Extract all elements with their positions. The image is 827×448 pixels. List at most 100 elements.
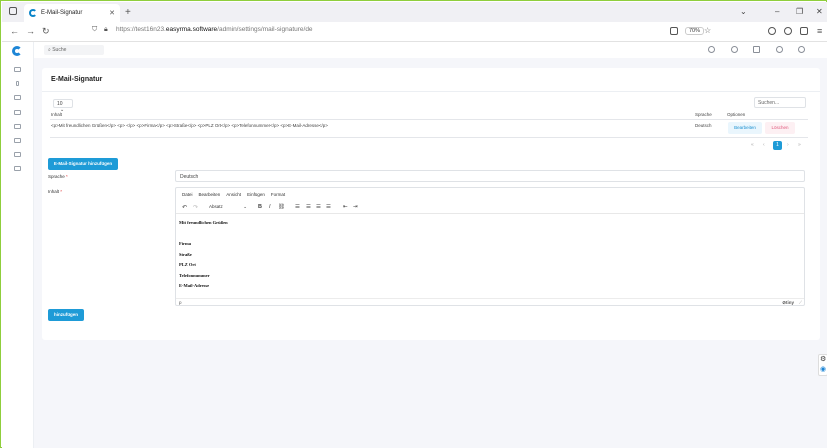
- page-length-select[interactable]: 10 ⌄: [53, 99, 73, 113]
- app-topbar: ⌕ Suche: [34, 42, 827, 58]
- content-line: Firma: [179, 241, 191, 246]
- element-path[interactable]: p: [179, 300, 182, 305]
- language-input-value: Deutsch: [180, 174, 199, 180]
- undo-icon[interactable]: ↶: [182, 204, 187, 211]
- tools-icon[interactable]: [731, 46, 738, 53]
- app-logo-icon[interactable]: [12, 46, 22, 56]
- editor-toolbar: ↶ ↷ Absatz ⌄ B I ⛓ ☰ ☰ ☰ ☰ ⇤ ⇥: [176, 202, 804, 214]
- sidebar-list-icon[interactable]: [14, 152, 21, 157]
- sidebar-dashboard-icon[interactable]: [14, 67, 21, 72]
- align-center-icon[interactable]: ☰: [306, 204, 311, 210]
- reload-icon[interactable]: ↻: [42, 26, 50, 37]
- align-right-icon[interactable]: ☰: [316, 204, 321, 210]
- menu-edit[interactable]: Bearbeiten: [199, 192, 221, 197]
- sidebar: [2, 42, 34, 448]
- column-header-language[interactable]: Sprache: [695, 112, 712, 117]
- reader-view-icon[interactable]: [670, 27, 678, 35]
- menu-format[interactable]: Format: [271, 192, 285, 197]
- extensions-icon[interactable]: [800, 27, 808, 35]
- sidebar-users-icon[interactable]: [14, 110, 21, 115]
- help-icon[interactable]: ◉: [820, 365, 826, 373]
- account-icon[interactable]: [784, 27, 792, 35]
- pagination-last[interactable]: »: [798, 142, 801, 148]
- sidebar-settings-icon[interactable]: [14, 166, 21, 171]
- bold-icon[interactable]: B: [258, 204, 262, 210]
- editor-menubar: Datei Bearbeiten Ansicht Einfügen Format: [182, 192, 285, 197]
- link-icon[interactable]: ⛓: [278, 204, 285, 210]
- hand-icon[interactable]: [708, 46, 715, 53]
- menu-view[interactable]: Ansicht: [226, 192, 241, 197]
- row-language-cell: Deutsch: [695, 123, 712, 128]
- required-mark: *: [60, 189, 63, 194]
- sidebar-info-icon[interactable]: [16, 81, 19, 86]
- table-row-line: [50, 137, 808, 138]
- zoom-level[interactable]: 70%: [685, 27, 705, 35]
- shield-icon[interactable]: ⛉: [92, 26, 97, 34]
- tab-bar: E-Mail-Signatur ✕ + ⌄ – ❐ ✕: [2, 2, 827, 22]
- rich-text-editor: Datei Bearbeiten Ansicht Einfügen Format…: [175, 187, 805, 306]
- table-search-input[interactable]: Suchen...: [754, 97, 806, 108]
- back-arrow-icon[interactable]: ←: [10, 26, 19, 36]
- content-label-text: Inhalt: [48, 189, 60, 194]
- messages-icon[interactable]: [753, 46, 760, 53]
- submit-add-button[interactable]: hinzufügen: [48, 309, 84, 321]
- pagination-page-1[interactable]: 1: [773, 141, 782, 150]
- sidebar-tickets-icon[interactable]: [14, 124, 21, 129]
- browser-tab[interactable]: E-Mail-Signatur ✕: [24, 4, 120, 22]
- tiny-brand-logo[interactable]: ⊘tiny: [782, 300, 794, 306]
- block-format-select[interactable]: Absatz ⌄: [209, 204, 247, 212]
- menu-file[interactable]: Datei: [182, 192, 193, 197]
- language-label: Sprache *: [48, 174, 68, 179]
- required-mark: *: [66, 174, 68, 179]
- minimize-button[interactable]: –: [775, 7, 779, 16]
- content-line: Straße: [179, 251, 192, 257]
- italic-icon[interactable]: I: [269, 204, 271, 210]
- list-all-tabs-icon[interactable]: ⌄: [740, 7, 747, 16]
- menu-insert[interactable]: Einfügen: [247, 192, 265, 197]
- delete-button[interactable]: Löschen: [765, 122, 795, 134]
- content-line: Telefonnummer: [179, 272, 210, 278]
- search-placeholder: Suche: [52, 47, 67, 53]
- tab-overview-icon[interactable]: [9, 7, 17, 15]
- table-header-line: [50, 119, 808, 120]
- pocket-icon[interactable]: [768, 27, 776, 35]
- editor-content[interactable]: Mit freundlichen Grüßen Firma Straße PLZ…: [179, 218, 228, 292]
- close-window-button[interactable]: ✕: [816, 7, 823, 16]
- pagination-prev[interactable]: ‹: [763, 142, 765, 148]
- chevron-down-icon: ⌄: [243, 204, 247, 209]
- bookmark-star-icon[interactable]: ☆: [704, 26, 711, 35]
- new-tab-button[interactable]: +: [125, 7, 131, 18]
- menu-icon[interactable]: ≡: [817, 26, 822, 36]
- column-header-content[interactable]: Inhalt: [51, 112, 62, 117]
- gear-icon[interactable]: ⚙: [820, 355, 826, 363]
- sidebar-filter-icon[interactable]: [14, 138, 21, 143]
- align-justify-icon[interactable]: ☰: [326, 204, 331, 210]
- theme-toggle-icon[interactable]: [776, 46, 783, 53]
- lock-icon[interactable]: 🔒︎: [104, 26, 108, 34]
- editor-statusbar: p ⊘tiny ⟋: [176, 298, 804, 306]
- page-title: E-Mail-Signatur: [51, 76, 103, 83]
- indent-icon[interactable]: ⇥: [353, 204, 358, 210]
- url-path: /admin/settings/mail-signature/de: [217, 26, 313, 33]
- tab-close-icon[interactable]: ✕: [109, 9, 115, 17]
- language-label-text: Sprache: [48, 174, 65, 179]
- address-bar[interactable]: https://test16n23.easyrma.software/admin…: [116, 26, 313, 33]
- pagination-first[interactable]: «: [751, 142, 754, 148]
- content-line: PLZ Ort: [179, 262, 196, 267]
- add-signature-button[interactable]: E-Mail-Signatur hinzufügen: [48, 158, 118, 170]
- global-search-input[interactable]: ⌕ Suche: [44, 45, 104, 55]
- resize-handle-icon[interactable]: ⟋: [799, 300, 802, 305]
- maximize-button[interactable]: ❐: [796, 7, 803, 16]
- redo-icon[interactable]: ↷: [193, 204, 198, 211]
- user-avatar-icon[interactable]: [798, 46, 805, 53]
- outdent-icon[interactable]: ⇤: [343, 204, 348, 210]
- edit-button[interactable]: Bearbeiten: [728, 122, 762, 134]
- tiny-brand-text: tiny: [785, 300, 794, 305]
- card-divider: [42, 91, 820, 92]
- forward-arrow-icon[interactable]: →: [26, 26, 35, 36]
- content-line: [179, 229, 228, 240]
- sidebar-documents-icon[interactable]: [14, 95, 21, 100]
- align-left-icon[interactable]: ☰: [295, 204, 300, 210]
- pagination-next[interactable]: ›: [787, 142, 789, 148]
- language-input[interactable]: Deutsch: [175, 170, 805, 182]
